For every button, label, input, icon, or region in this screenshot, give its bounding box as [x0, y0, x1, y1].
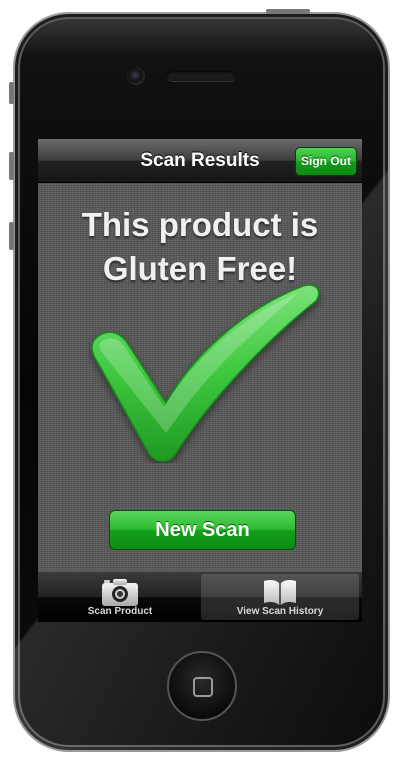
- results-content: This product is Gluten Free! New Scan: [38, 183, 362, 572]
- result-line-1: This product is: [81, 206, 319, 243]
- camera-icon: [102, 579, 138, 606]
- power-button: [266, 9, 310, 14]
- result-message: This product is Gluten Free!: [38, 203, 362, 291]
- tab-bar: Scan Product View Scan History: [38, 572, 362, 622]
- navigation-bar: Scan Results Sign Out: [38, 139, 362, 183]
- tab-scan-product-label: Scan Product: [87, 606, 153, 617]
- green-checkmark-icon: [91, 284, 320, 462]
- sign-out-button[interactable]: Sign Out: [295, 147, 357, 176]
- tab-view-scan-history[interactable]: View Scan History: [201, 574, 359, 620]
- volume-up-button: [9, 152, 14, 180]
- new-scan-button[interactable]: New Scan: [109, 510, 296, 550]
- mute-switch: [9, 82, 14, 104]
- tab-scan-product[interactable]: Scan Product: [41, 574, 199, 620]
- screen: Scan Results Sign Out This product is Gl…: [38, 139, 362, 622]
- volume-down-button: [9, 222, 14, 250]
- earpiece-speaker: [167, 71, 235, 81]
- home-button[interactable]: [167, 651, 237, 721]
- book-icon: [264, 579, 296, 605]
- home-square-icon: [193, 677, 213, 697]
- tab-view-scan-history-label: View Scan History: [236, 606, 324, 617]
- front-camera: [127, 67, 145, 85]
